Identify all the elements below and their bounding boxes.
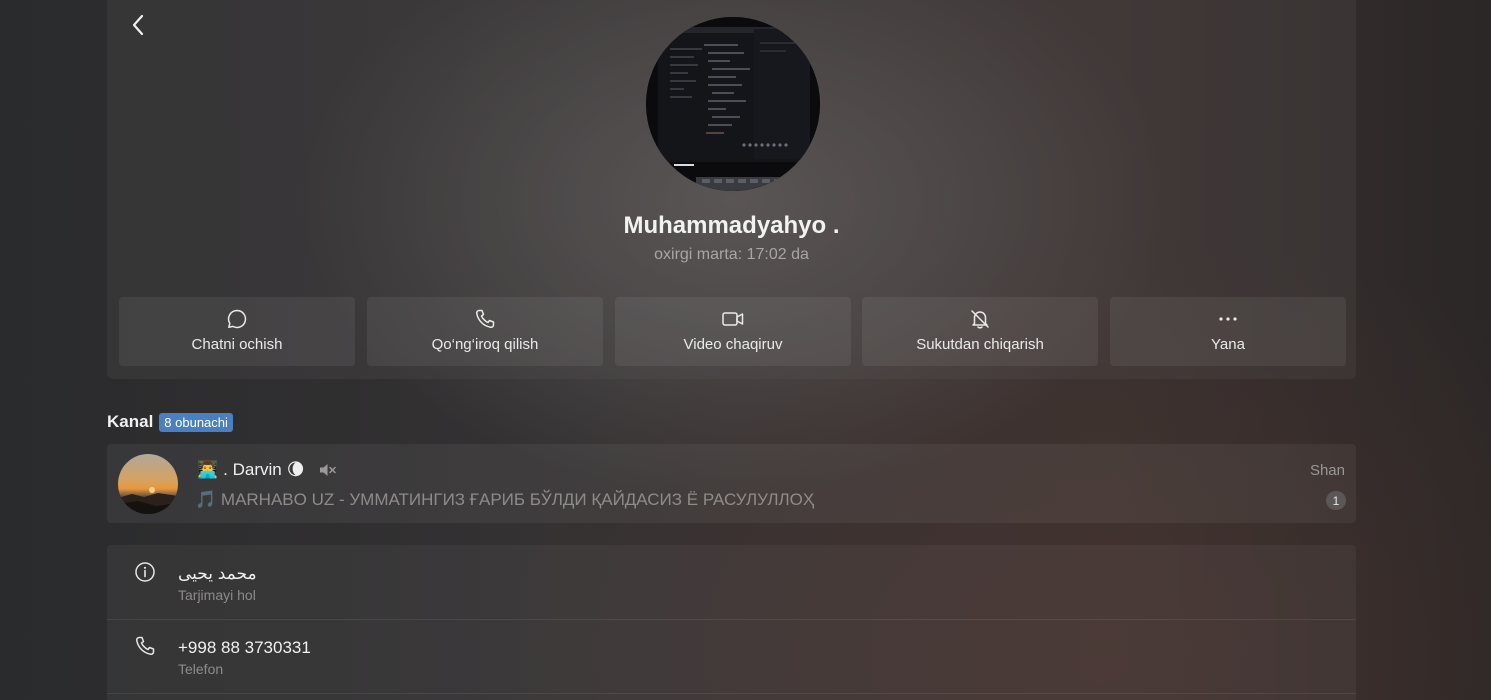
more-dots-icon — [1217, 308, 1239, 330]
subscriber-count-badge: 8 obunachi — [159, 412, 233, 432]
phone-icon — [474, 308, 496, 330]
video-call-button[interactable]: Video chaqiruv — [615, 297, 851, 366]
phone-caption: Telefon — [178, 661, 224, 677]
bio-caption: Tarjimayi hol — [178, 587, 256, 603]
info-panel: محمد يحيى Tarjimayi hol +998 88 3730331 … — [107, 545, 1356, 700]
channel-avatar — [118, 454, 178, 514]
phone-row[interactable]: +998 88 3730331 Telefon — [107, 619, 1356, 694]
channel-name: . Darvin — [223, 460, 282, 479]
phone-value: +998 88 3730331 — [178, 638, 311, 657]
channel-last-message-row: 🎵 MARHABO UZ - УММАТИНГИЗ ҒАРИБ БЎЛДИ ҚА… — [195, 490, 814, 510]
speaker-muted-icon — [319, 462, 337, 478]
channel-section-title: Kanal — [107, 412, 154, 431]
channel-emoji-suffix: 🌘 — [286, 460, 305, 479]
unmute-button[interactable]: Sukutdan chiqarish — [862, 297, 1098, 366]
info-circle-icon — [134, 561, 156, 588]
profile-last-seen: oxirgi marta: 17:02 da — [654, 246, 809, 263]
channel-name-row: 👨‍💻 . Darvin 🌘 — [197, 460, 337, 480]
call-label: Qo‘ng‘iroq qilish — [431, 336, 539, 353]
unmute-label: Sukutdan chiqarish — [916, 336, 1044, 353]
channel-last-message: MARHABO UZ - УММАТИНГИЗ ҒАРИБ БЎЛДИ ҚАЙД… — [220, 490, 815, 509]
bio-row[interactable]: محمد يحيى Tarjimayi hol — [107, 545, 1356, 620]
channel-list-item[interactable]: 👨‍💻 . Darvin 🌘 🎵 MARHABO UZ - УММАТИНГИЗ… — [107, 444, 1356, 523]
open-chat-button[interactable]: Chatni ochish — [119, 297, 355, 366]
video-call-label: Video chaqiruv — [683, 336, 783, 353]
bio-value: محمد يحيى — [178, 564, 257, 583]
profile-name: Muhammadyahyo . — [623, 212, 840, 239]
chat-bubble-icon — [226, 308, 248, 330]
music-note-emoji: 🎵 — [195, 490, 217, 509]
phone-icon — [134, 635, 156, 662]
call-button[interactable]: Qo‘ng‘iroq qilish — [367, 297, 603, 366]
channel-section-header: Kanal 8 obunachi — [107, 412, 233, 432]
more-button[interactable]: Yana — [1110, 297, 1346, 366]
open-chat-label: Chatni ochish — [191, 336, 283, 353]
channel-emoji-prefix: 👨‍💻 — [197, 460, 219, 479]
more-label: Yana — [1211, 336, 1245, 353]
unread-count-badge: 1 — [1326, 491, 1346, 510]
bell-off-icon — [969, 308, 991, 330]
video-camera-icon — [721, 308, 745, 330]
chevron-left-icon — [132, 14, 144, 36]
avatar-photo — [646, 17, 820, 191]
channel-time: Shan — [1309, 462, 1345, 479]
profile-avatar[interactable] — [646, 17, 820, 191]
back-button[interactable] — [126, 12, 150, 38]
